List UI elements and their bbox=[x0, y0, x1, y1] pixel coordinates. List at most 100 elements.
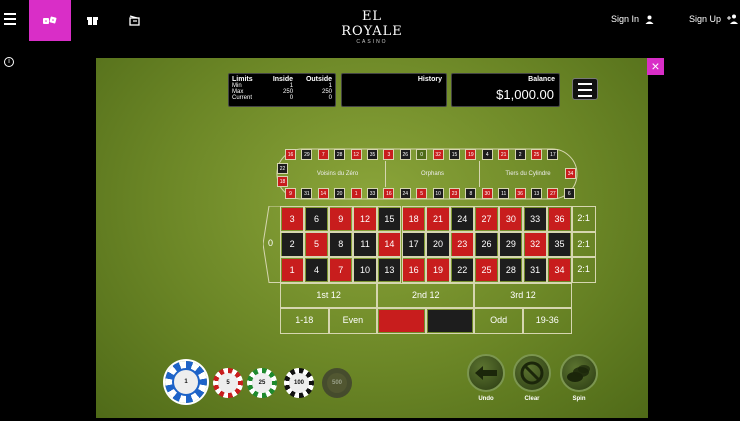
racetrack-number-20[interactable]: 20 bbox=[334, 188, 346, 199]
racetrack-number-21[interactable]: 21 bbox=[498, 149, 510, 160]
number-cell-18[interactable]: 18 bbox=[401, 206, 426, 232]
racetrack-number-8[interactable]: 8 bbox=[465, 188, 477, 199]
racetrack-number-2[interactable]: 2 bbox=[514, 149, 526, 160]
racetrack-number-14[interactable]: 14 bbox=[317, 188, 329, 199]
low-bet[interactable]: 1-18 bbox=[280, 308, 329, 334]
number-cell-33[interactable]: 33 bbox=[523, 206, 548, 232]
racetrack-number-16[interactable]: 16 bbox=[383, 188, 395, 199]
racetrack-number-5[interactable]: 5 bbox=[416, 188, 428, 199]
chip-100[interactable]: 100 bbox=[284, 368, 314, 398]
number-cell-32[interactable]: 32 bbox=[523, 231, 548, 257]
chip-1[interactable]: 1 bbox=[165, 361, 207, 403]
number-cell-12[interactable]: 12 bbox=[352, 206, 378, 232]
spin-button[interactable] bbox=[560, 354, 598, 392]
number-cell-5[interactable]: 5 bbox=[304, 231, 329, 257]
racetrack-number-0[interactable]: 0 bbox=[416, 149, 428, 160]
racetrack-number-4[interactable]: 4 bbox=[481, 149, 493, 160]
odd-bet[interactable]: Odd bbox=[474, 308, 523, 334]
number-cell-9[interactable]: 9 bbox=[328, 206, 353, 232]
number-cell-16[interactable]: 16 bbox=[401, 257, 426, 283]
dozen-bet-3[interactable]: 3rd 12 bbox=[474, 282, 572, 308]
racetrack-number-31[interactable]: 31 bbox=[301, 188, 313, 199]
racetrack-zone-3[interactable]: Tiers du Cylindre bbox=[480, 161, 576, 187]
number-cell-26[interactable]: 26 bbox=[474, 231, 499, 257]
tab-casino[interactable] bbox=[29, 0, 71, 41]
racetrack-number-23[interactable]: 23 bbox=[449, 188, 460, 199]
sign-in-button[interactable]: Sign In bbox=[611, 14, 654, 24]
number-cell-36[interactable]: 36 bbox=[547, 206, 572, 232]
chip-5[interactable]: 5 bbox=[213, 368, 243, 398]
info-icon[interactable]: i bbox=[4, 57, 14, 67]
number-cell-23[interactable]: 23 bbox=[450, 231, 475, 257]
brand-logo[interactable]: EL ROYALE CASINO bbox=[332, 9, 412, 45]
racetrack-number-35[interactable]: 35 bbox=[367, 149, 378, 160]
racetrack-number-12[interactable]: 12 bbox=[350, 149, 362, 160]
number-cell-21[interactable]: 21 bbox=[425, 206, 451, 232]
chip-25[interactable]: 25 bbox=[247, 368, 277, 398]
racetrack-number-7[interactable]: 7 bbox=[317, 149, 329, 160]
racetrack-number-25[interactable]: 25 bbox=[531, 149, 542, 160]
sign-up-button[interactable]: Sign Up bbox=[689, 14, 739, 24]
number-cell-19[interactable]: 19 bbox=[425, 257, 451, 283]
number-cell-2[interactable]: 2 bbox=[280, 231, 305, 257]
racetrack-number-9[interactable]: 9 bbox=[285, 188, 296, 199]
black-bet[interactable] bbox=[425, 308, 475, 334]
racetrack-number-30[interactable]: 30 bbox=[481, 188, 493, 199]
number-cell-15[interactable]: 15 bbox=[377, 206, 402, 232]
racetrack-number-26[interactable]: 26 bbox=[399, 149, 411, 160]
racetrack-number-15[interactable]: 15 bbox=[449, 149, 460, 160]
racetrack-number-29[interactable]: 29 bbox=[301, 149, 313, 160]
racetrack-number-19[interactable]: 19 bbox=[465, 149, 477, 160]
number-cell-35[interactable]: 35 bbox=[547, 231, 572, 257]
tab-cashier[interactable] bbox=[113, 0, 155, 41]
racetrack-number-22[interactable]: 22 bbox=[277, 163, 288, 174]
number-cell-20[interactable]: 20 bbox=[425, 231, 451, 257]
number-cell-4[interactable]: 4 bbox=[304, 257, 329, 283]
racetrack[interactable]: 16 29 7 28 12 35 3 26 0 32 15 19 4 21 2 25 17 9 31 14 20 1 33 1… bbox=[276, 148, 578, 200]
racetrack-number-13[interactable]: 13 bbox=[531, 188, 542, 199]
clear-button[interactable] bbox=[513, 354, 551, 392]
chip-500[interactable]: 500 bbox=[322, 368, 352, 398]
number-cell-22[interactable]: 22 bbox=[450, 257, 475, 283]
number-cell-24[interactable]: 24 bbox=[450, 206, 475, 232]
racetrack-zone-2[interactable]: Orphans bbox=[386, 161, 480, 187]
number-cell-25[interactable]: 25 bbox=[474, 257, 499, 283]
zero-cell[interactable]: 0 bbox=[263, 206, 280, 283]
racetrack-zone-1[interactable]: Voisins du Zéro bbox=[290, 161, 386, 187]
high-bet[interactable]: 19-36 bbox=[523, 308, 572, 334]
column-bet-3[interactable]: 2:1 bbox=[571, 257, 596, 283]
racetrack-number-33[interactable]: 33 bbox=[367, 188, 378, 199]
dozen-bet-2[interactable]: 2nd 12 bbox=[377, 282, 475, 308]
racetrack-number-32[interactable]: 32 bbox=[432, 149, 444, 160]
racetrack-number-1[interactable]: 1 bbox=[350, 188, 362, 199]
racetrack-number-6[interactable]: 6 bbox=[563, 188, 575, 199]
racetrack-number-27[interactable]: 27 bbox=[547, 188, 559, 199]
even-bet[interactable]: Even bbox=[328, 308, 378, 334]
racetrack-number-18[interactable]: 18 bbox=[277, 176, 288, 187]
number-cell-11[interactable]: 11 bbox=[352, 231, 378, 257]
number-cell-14[interactable]: 14 bbox=[377, 231, 402, 257]
dozen-bet-1[interactable]: 1st 12 bbox=[280, 282, 378, 308]
racetrack-number-11[interactable]: 11 bbox=[498, 188, 510, 199]
number-cell-3[interactable]: 3 bbox=[280, 206, 305, 232]
racetrack-number-3[interactable]: 3 bbox=[383, 149, 395, 160]
column-bet-2[interactable]: 2:1 bbox=[571, 231, 596, 257]
racetrack-number-24[interactable]: 24 bbox=[399, 188, 411, 199]
column-bet-1[interactable]: 2:1 bbox=[571, 206, 596, 232]
number-cell-13[interactable]: 13 bbox=[377, 257, 402, 283]
menu-icon[interactable] bbox=[4, 13, 16, 25]
game-menu-button[interactable] bbox=[572, 78, 598, 100]
racetrack-number-36[interactable]: 36 bbox=[514, 188, 526, 199]
number-cell-7[interactable]: 7 bbox=[328, 257, 353, 283]
number-cell-8[interactable]: 8 bbox=[328, 231, 353, 257]
tab-promotions[interactable] bbox=[71, 0, 113, 41]
close-game-button[interactable]: × bbox=[647, 58, 664, 75]
number-cell-6[interactable]: 6 bbox=[304, 206, 329, 232]
number-cell-1[interactable]: 1 bbox=[280, 257, 305, 283]
racetrack-number-16[interactable]: 16 bbox=[285, 149, 296, 160]
number-cell-34[interactable]: 34 bbox=[547, 257, 572, 283]
racetrack-number-10[interactable]: 10 bbox=[432, 188, 444, 199]
undo-button[interactable] bbox=[467, 354, 505, 392]
number-cell-27[interactable]: 27 bbox=[474, 206, 499, 232]
number-cell-30[interactable]: 30 bbox=[498, 206, 523, 232]
